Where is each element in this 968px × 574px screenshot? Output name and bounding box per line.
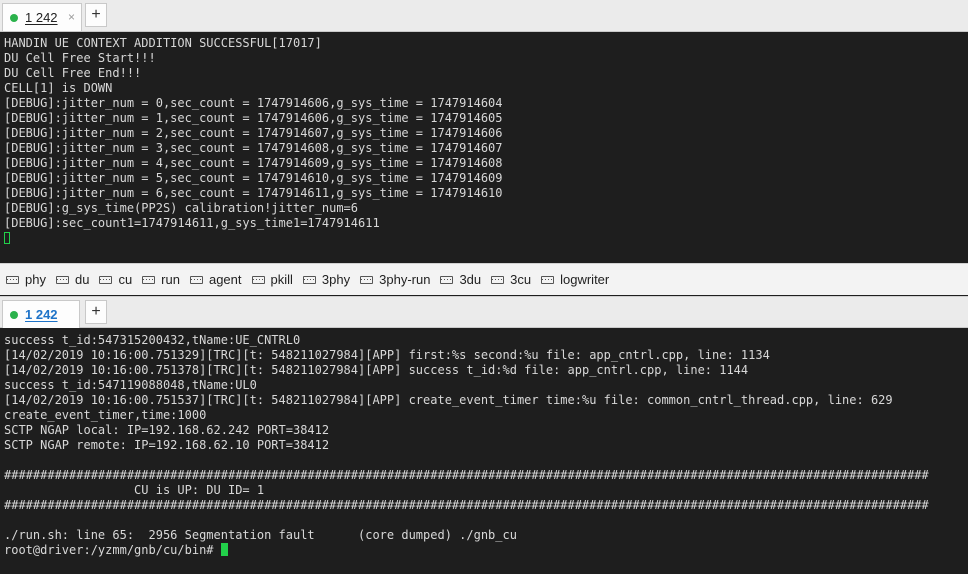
terminal-line: ########################################… — [4, 498, 929, 512]
terminal-line: HANDIN UE CONTEXT ADDITION SUCCESSFUL[17… — [4, 36, 322, 50]
keyboard-icon — [55, 275, 69, 284]
terminal-line: DU Cell Free Start!!! — [4, 51, 156, 65]
quick-command-3du[interactable]: 3du — [440, 272, 481, 287]
quick-command-label: pkill — [270, 272, 293, 287]
keyboard-icon — [6, 275, 19, 284]
terminal-line: [DEBUG]:jitter_num = 6,sec_count = 17479… — [4, 186, 503, 200]
bottom-session-tab[interactable]: 1 242 — [2, 300, 80, 328]
bottom-new-tab-button[interactable]: + — [85, 300, 107, 324]
terminal-cursor-line — [4, 231, 968, 246]
terminal-line: [DEBUG]:sec_count1=1747914611,g_sys_time… — [4, 216, 380, 230]
terminal-prompt-line[interactable]: root@driver:/yzmm/gnb/cu/bin# — [4, 543, 968, 558]
terminal-line: [DEBUG]:g_sys_time(PP2S) calibration!jit… — [4, 201, 359, 215]
quick-command-3phy[interactable]: 3phy — [302, 272, 351, 287]
top-tab-bar: 1 242 × + — [0, 0, 968, 32]
keyboard-icon — [360, 275, 374, 284]
quick-command-logwriter[interactable]: logwriter — [541, 272, 609, 287]
terminal-line: [DEBUG]:jitter_num = 1,sec_count = 17479… — [4, 111, 503, 125]
quick-command-3phy-run[interactable]: 3phy-run — [360, 272, 430, 287]
connected-status-icon — [10, 13, 18, 22]
quick-command-phy[interactable]: phy — [6, 272, 46, 287]
terminal-line: [DEBUG]:jitter_num = 3,sec_count = 17479… — [4, 141, 503, 155]
keyboard-icon — [541, 275, 555, 284]
quick-command-label: du — [74, 272, 90, 287]
quick-command-label: phy — [25, 272, 46, 287]
quick-command-label: 3phy-run — [379, 272, 431, 287]
terminal-line: SCTP NGAP remote: IP=192.168.62.10 PORT=… — [4, 438, 330, 452]
quick-command-cu[interactable]: cu — [99, 272, 132, 287]
cursor-icon — [4, 232, 10, 244]
quick-command-label: logwriter — [560, 272, 610, 287]
terminal-line: [DEBUG]:jitter_num = 0,sec_count = 17479… — [4, 96, 503, 110]
close-icon[interactable]: × — [68, 10, 75, 24]
quick-command-3cu[interactable]: 3cu — [491, 272, 531, 287]
top-session-tab-label: 1 242 — [25, 10, 58, 25]
quick-command-label: 3du — [459, 272, 482, 287]
terminal-line: [DEBUG]:jitter_num = 4,sec_count = 17479… — [4, 156, 503, 170]
terminal-line: SCTP NGAP local: IP=192.168.62.242 PORT=… — [4, 423, 330, 437]
quick-command-label: run — [161, 272, 180, 287]
quick-command-label: agent — [208, 272, 242, 287]
terminal-line: [14/02/2019 10:16:00.751537][TRC][t: 548… — [4, 393, 893, 407]
shell-prompt: root@driver:/yzmm/gnb/cu/bin# — [4, 543, 221, 557]
terminal-line: [DEBUG]:jitter_num = 2,sec_count = 17479… — [4, 126, 503, 140]
keyboard-icon — [491, 275, 505, 284]
terminal-line: DU Cell Free End!!! — [4, 66, 142, 80]
bottom-session-tab-label: 1 242 — [25, 307, 58, 322]
connected-status-icon — [10, 310, 18, 319]
terminal-line: [14/02/2019 10:16:00.751329][TRC][t: 548… — [4, 348, 770, 362]
terminal-line: success t_id:547315200432,tName:UE_CNTRL… — [4, 333, 301, 347]
keyboard-icon — [142, 275, 156, 284]
top-session-tab[interactable]: 1 242 × — [2, 3, 82, 31]
quick-command-bar: phy du cu run agent pkill 3phy 3phy-run 3du 3cu lo… — [0, 263, 968, 295]
terminal-line: create_event_timer,time:1000 — [4, 408, 207, 422]
keyboard-icon — [189, 275, 203, 284]
keyboard-icon — [99, 275, 113, 284]
quick-command-label: 3cu — [510, 272, 532, 287]
quick-command-label: cu — [118, 272, 133, 287]
top-new-tab-button[interactable]: + — [85, 3, 107, 27]
cursor-icon — [220, 543, 228, 556]
keyboard-icon — [440, 275, 454, 284]
terminal-line: ########################################… — [4, 468, 929, 482]
terminal-line: [14/02/2019 10:16:00.751378][TRC][t: 548… — [4, 363, 749, 377]
quick-command-label: 3phy — [321, 272, 351, 287]
keyboard-icon — [251, 275, 265, 284]
terminal-line: CU is UP: DU ID= 1 — [4, 483, 265, 497]
terminal-line: ./run.sh: line 65: 2956 Segmentation fau… — [4, 528, 517, 542]
quick-command-run[interactable]: run — [142, 272, 180, 287]
terminal-line: [DEBUG]:jitter_num = 5,sec_count = 17479… — [4, 171, 503, 185]
bottom-tab-bar: 1 242 + — [0, 296, 968, 328]
top-terminal-output[interactable]: HANDIN UE CONTEXT ADDITION SUCCESSFUL[17… — [0, 36, 968, 262]
terminal-line: CELL[1] is DOWN — [4, 81, 113, 95]
quick-command-pkill[interactable]: pkill — [251, 272, 293, 287]
quick-command-du[interactable]: du — [55, 272, 90, 287]
quick-command-agent[interactable]: agent — [189, 272, 242, 287]
keyboard-icon — [302, 275, 316, 284]
bottom-terminal-output[interactable]: success t_id:547315200432,tName:UE_CNTRL… — [0, 333, 968, 574]
terminal-line: success t_id:547119088048,tName:UL0 — [4, 378, 257, 392]
